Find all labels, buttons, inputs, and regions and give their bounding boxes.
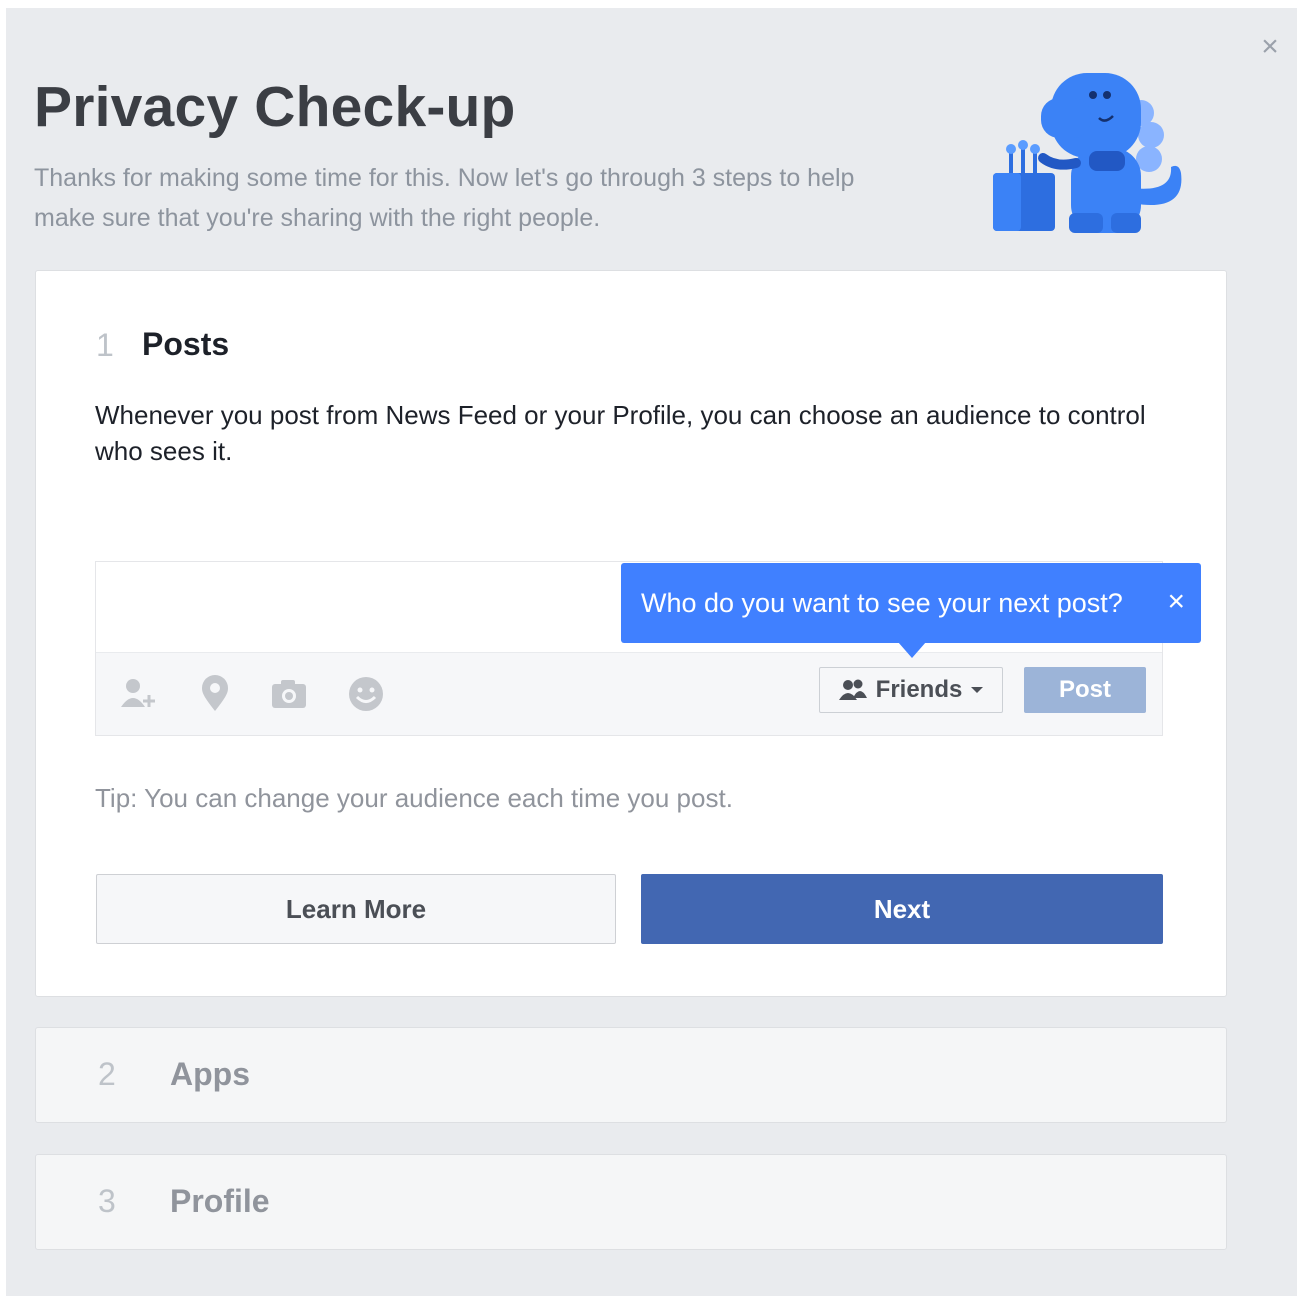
step-title: Posts — [142, 326, 230, 362]
tip-text: Tip: You can change your audience each t… — [95, 783, 733, 813]
page-title: Privacy Check-up — [34, 75, 516, 139]
tooltip-text: Who do you want to see your next post? — [641, 587, 1123, 618]
page-subtitle: Thanks for making some time for this. No… — [34, 164, 855, 232]
privacy-checkup-dialog: × Privacy Check-up Thanks for making som… — [6, 8, 1297, 1296]
step-description: Whenever you post from News Feed or your… — [95, 400, 1146, 466]
feeling-emoji-icon[interactable] — [345, 673, 387, 715]
audience-selector-button[interactable]: Friends — [819, 667, 1003, 713]
post-button[interactable]: Post — [1024, 667, 1146, 713]
tooltip-close-icon[interactable]: × — [1167, 587, 1185, 617]
composer-toolbar: Friends Post — [96, 652, 1162, 735]
step-number: 1 — [96, 327, 114, 363]
audience-tooltip: Who do you want to see your next post? × — [621, 563, 1201, 643]
close-icon[interactable]: × — [1257, 32, 1283, 62]
audience-label: Friends — [875, 676, 963, 703]
step-number: 2 — [98, 1056, 116, 1092]
friends-icon — [838, 679, 867, 700]
step-card-apps[interactable]: 2 Apps — [35, 1027, 1227, 1123]
learn-more-button[interactable]: Learn More — [96, 874, 616, 944]
next-button[interactable]: Next — [641, 874, 1163, 944]
step-title: Apps — [170, 1056, 250, 1092]
step-number: 3 — [98, 1183, 116, 1219]
location-pin-icon[interactable] — [194, 673, 236, 715]
step-card-profile[interactable]: 3 Profile — [35, 1154, 1227, 1250]
step-card-posts: 1 Posts Whenever you post from News Feed… — [35, 270, 1227, 997]
mascot-dinosaur-illustration — [993, 73, 1182, 233]
step-title: Profile — [170, 1183, 270, 1219]
tooltip-arrow — [898, 642, 926, 658]
camera-icon[interactable] — [268, 673, 310, 715]
dropdown-caret-icon — [971, 687, 984, 693]
tag-friends-icon[interactable] — [116, 673, 158, 715]
